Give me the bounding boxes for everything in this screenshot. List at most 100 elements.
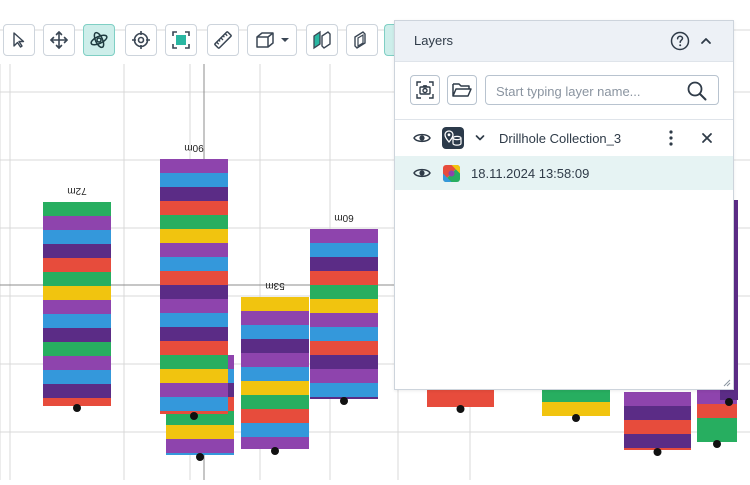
drillhole-segment <box>241 423 309 437</box>
drillhole-segment <box>43 286 111 300</box>
drillhole-segment <box>43 300 111 314</box>
drillhole-segment <box>241 311 309 325</box>
drillhole-segment <box>160 299 228 313</box>
drillhole-segment <box>166 425 234 439</box>
drillhole-segment <box>542 402 610 416</box>
drillhole-segment <box>160 397 228 411</box>
drillhole-segment <box>624 392 691 406</box>
layer-search-input[interactable] <box>496 82 676 100</box>
select-tool-button[interactable] <box>3 24 35 56</box>
layers-panel-header: Layers <box>395 21 733 62</box>
collar-marker <box>713 440 721 448</box>
drillhole-segment <box>241 353 309 367</box>
collection-name: Drillhole Collection_3 <box>499 131 622 146</box>
drillhole-segment <box>160 201 228 215</box>
drillhole-segment <box>160 159 228 173</box>
color-map-icon <box>443 165 460 182</box>
layers-panel: Layers Drillhole Collection_3 18.11.2024… <box>394 20 734 390</box>
drillhole-segment <box>43 272 111 286</box>
screenshot-layer-button[interactable] <box>410 75 440 105</box>
collar-marker <box>456 405 465 413</box>
drillhole-segment <box>160 383 228 397</box>
resize-handle-icon[interactable] <box>721 377 731 387</box>
drillhole-segment <box>160 271 228 285</box>
close-icon[interactable] <box>701 132 713 144</box>
drillhole-segment <box>624 406 691 420</box>
drillhole-segment <box>310 271 378 285</box>
folder-icon <box>452 83 472 97</box>
drillhole: 60m <box>310 212 378 405</box>
layer-row-collection[interactable]: Drillhole Collection_3 <box>395 121 733 155</box>
search-icon[interactable] <box>686 80 708 102</box>
drillhole-segment <box>160 341 228 355</box>
drillhole-segment <box>43 244 111 258</box>
chevron-up-icon[interactable] <box>698 33 714 49</box>
rotate-tool-button[interactable] <box>83 24 115 56</box>
fit-frame-icon <box>172 31 190 49</box>
drillhole-segment <box>43 216 111 230</box>
layer-search-box <box>485 75 719 105</box>
drillhole-segment <box>241 297 309 311</box>
drillhole-segment <box>310 355 378 369</box>
crosshair-icon <box>132 31 150 49</box>
panel-title: Layers <box>414 33 454 48</box>
section-plane-icon <box>313 30 331 50</box>
drillhole-segment <box>697 404 737 418</box>
orbit-icon <box>90 31 108 49</box>
collar-marker <box>196 453 204 461</box>
eye-icon[interactable] <box>413 166 431 180</box>
chevron-down-icon[interactable] <box>474 132 486 144</box>
drillhole-segment <box>542 388 610 402</box>
collar-marker <box>190 412 198 420</box>
collar-marker <box>340 397 348 405</box>
eye-icon[interactable] <box>413 131 431 145</box>
measure-tool-button[interactable] <box>207 24 239 56</box>
help-icon[interactable] <box>670 31 690 51</box>
clip-tool-button[interactable] <box>346 24 378 56</box>
drillhole-segment <box>43 230 111 244</box>
drillhole-segment <box>43 328 111 342</box>
target-tool-button[interactable] <box>125 24 157 56</box>
drillhole-segment <box>166 439 234 453</box>
more-vertical-icon[interactable] <box>667 129 675 147</box>
drillhole-segment <box>310 229 378 243</box>
drillhole-segment <box>43 314 111 328</box>
drillhole-segment <box>43 384 111 398</box>
drillhole-segment <box>241 339 309 353</box>
drillhole-segment <box>160 257 228 271</box>
drillhole-segment <box>310 243 378 257</box>
drillhole-segment <box>310 285 378 299</box>
drillhole-segment <box>310 299 378 313</box>
drillhole-segment <box>310 313 378 327</box>
depth-label: 53m <box>265 280 284 291</box>
divider <box>395 119 733 120</box>
move-tool-button[interactable] <box>43 24 75 56</box>
drillhole-segment <box>310 369 378 383</box>
depth-label: 60m <box>334 212 353 223</box>
cube-dropdown-icon <box>256 32 289 48</box>
camera-focus-icon <box>416 81 434 99</box>
drillhole-segment <box>241 409 309 423</box>
fit-tool-button[interactable] <box>165 24 197 56</box>
drillhole-segment <box>160 313 228 327</box>
view-cube-dropdown[interactable] <box>247 24 297 56</box>
section-tool-button[interactable] <box>306 24 338 56</box>
layer-row-file[interactable]: 18.11.2024 13:58:09 <box>395 156 733 190</box>
drillhole-segment <box>310 327 378 341</box>
drillhole: 53m <box>241 280 309 455</box>
drillhole-segment <box>241 367 309 381</box>
open-folder-button[interactable] <box>447 75 477 105</box>
ruler-icon <box>214 31 232 49</box>
collar-marker <box>73 404 81 412</box>
drillhole-segment <box>160 173 228 187</box>
depth-label: 72m <box>67 185 86 196</box>
drillhole-segment <box>310 383 378 397</box>
clip-plane-icon <box>354 31 366 49</box>
drillhole-segment <box>160 229 228 243</box>
drillhole-segment <box>624 420 691 434</box>
move-arrows-icon <box>50 31 68 49</box>
drillhole-segment <box>160 215 228 229</box>
drillhole: 72m <box>43 185 111 412</box>
depth-label: 90m <box>184 142 203 153</box>
drillhole-segment <box>160 243 228 257</box>
